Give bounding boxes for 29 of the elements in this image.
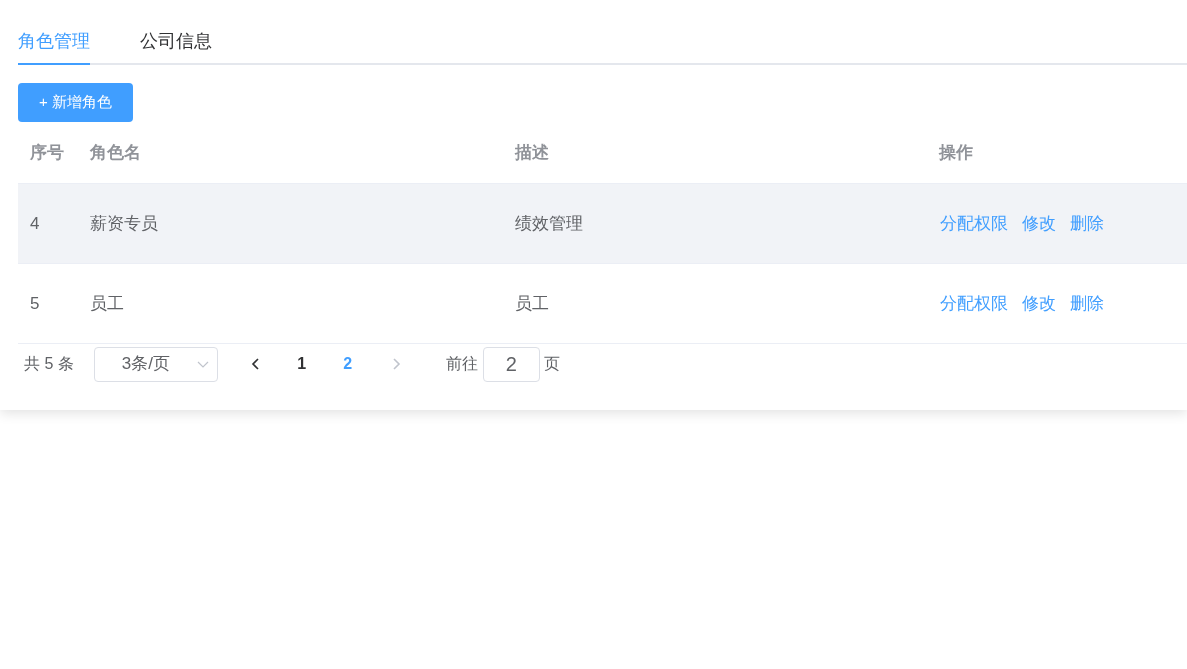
chevron-down-icon xyxy=(196,360,209,368)
action-link[interactable]: 修改 xyxy=(1022,290,1056,317)
column-header: 角色名 xyxy=(90,141,141,164)
page-suffix: 页 xyxy=(543,354,560,374)
table-cell-text: 员工 xyxy=(515,292,549,315)
action-link[interactable]: 删除 xyxy=(1070,210,1104,237)
column-header: 操作 xyxy=(939,141,973,164)
action-link[interactable]: 修改 xyxy=(1022,210,1056,237)
table-cell-text: 5 xyxy=(30,292,40,315)
page-input[interactable]: 2 xyxy=(482,346,540,382)
tab[interactable]: 公司信息 xyxy=(140,20,212,65)
page-number[interactable]: 2 xyxy=(324,346,371,382)
action-link[interactable]: 分配权限 xyxy=(940,210,1008,237)
page-number[interactable]: 1 xyxy=(278,346,325,382)
total-count: 共 5 条 xyxy=(24,354,74,374)
chevron-right-icon xyxy=(392,358,402,370)
tab[interactable]: 角色管理 xyxy=(18,20,90,65)
column-header: 序号 xyxy=(30,141,64,164)
add-role-button[interactable]: + 新增角色 xyxy=(18,83,133,122)
chevron-left-icon xyxy=(251,358,261,370)
action-link[interactable]: 分配权限 xyxy=(940,290,1008,317)
table-cell-text: 薪资专员 xyxy=(90,212,158,235)
goto-label: 前往 xyxy=(445,354,478,374)
page-size-select[interactable]: 3条/页 xyxy=(93,346,218,382)
column-header: 描述 xyxy=(515,141,549,164)
table-cell-text: 绩效管理 xyxy=(515,212,583,235)
action-link[interactable]: 删除 xyxy=(1070,290,1104,317)
table-cell-text: 员工 xyxy=(90,292,124,315)
table-cell-text: 4 xyxy=(30,212,40,235)
